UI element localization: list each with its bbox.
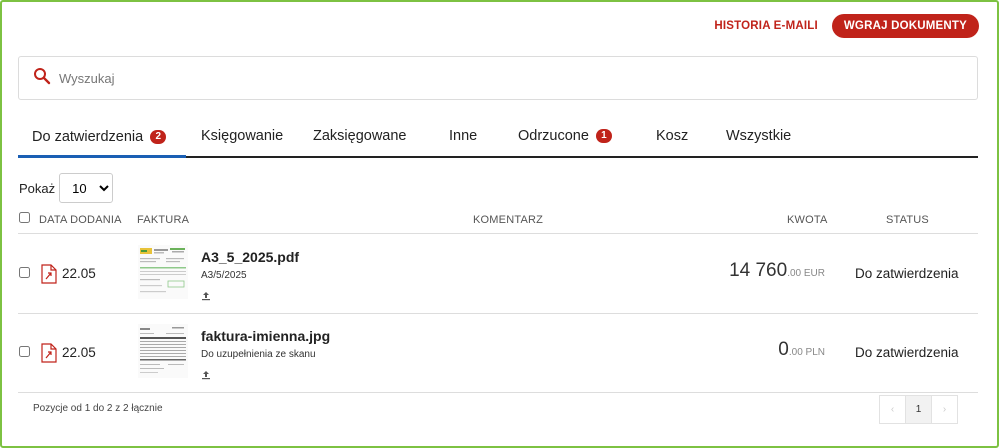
tab-zaksiegowane[interactable]: Zaksięgowane <box>313 116 449 156</box>
search-input[interactable] <box>59 70 939 86</box>
upload-icon[interactable] <box>201 367 211 385</box>
page-size-control: Pokaż 10 <box>19 173 114 203</box>
row-checkbox[interactable] <box>19 346 30 357</box>
col-comment: KOMENTARZ <box>473 214 544 226</box>
col-date: DATA DODANIA <box>39 214 122 226</box>
amount: 0.00 PLN <box>778 339 825 361</box>
top-actions: HISTORIA E-MAILI WGRAJ DOKUMENTY <box>714 14 979 38</box>
col-invoice: FAKTURA <box>137 214 190 226</box>
select-all-checkbox[interactable] <box>19 212 30 226</box>
invoice-thumbnail[interactable] <box>138 324 188 378</box>
tab-label: Wszystkie <box>726 128 792 144</box>
page-button-1[interactable]: 1 <box>905 395 932 424</box>
pdf-icon[interactable] <box>41 343 57 368</box>
status-text: Do zatwierdzenia <box>855 345 959 360</box>
file-comment: Do uzupełnienia ze skanu <box>201 349 316 360</box>
upload-documents-button[interactable]: WGRAJ DOKUMENTY <box>831 14 979 38</box>
pdf-icon[interactable] <box>41 264 57 289</box>
amount: 14 760.00 EUR <box>729 260 825 282</box>
count-badge: 1 <box>595 129 612 143</box>
tab-inne[interactable]: Inne <box>449 116 518 156</box>
tab-odrzucone[interactable]: Odrzucone 1 <box>518 116 656 156</box>
table-header: DATA DODANIA FAKTURA KOMENTARZ KWOTA STA… <box>18 212 978 234</box>
row-date: 22.05 <box>62 266 96 281</box>
tab-label: Do zatwierdzenia <box>32 129 144 145</box>
page-size-label: Pokaż <box>19 180 56 196</box>
tab-ksiegowanie[interactable]: Księgowanie <box>201 116 313 156</box>
prev-page-button[interactable]: ‹ <box>879 395 906 424</box>
amount-currency: .00 PLN <box>788 347 825 358</box>
tab-label: Kosz <box>656 128 689 144</box>
invoice-number: A3/5/2025 <box>201 270 247 281</box>
email-history-link[interactable]: HISTORIA E-MAILI <box>714 20 818 32</box>
page-size-select[interactable]: 10 <box>59 173 114 203</box>
tab-wszystkie[interactable]: Wszystkie <box>726 116 791 156</box>
tab-bar: Do zatwierdzenia 2 Księgowanie Zaksięgowa… <box>18 116 978 158</box>
next-page-button[interactable]: › <box>931 395 958 424</box>
tab-label: Odrzucone <box>518 128 589 144</box>
col-amount: KWOTA <box>787 214 828 226</box>
col-status: STATUS <box>886 214 929 226</box>
amount-main: 0 <box>778 339 789 360</box>
search-bar[interactable] <box>18 56 978 100</box>
table-row[interactable]: 22.05 faktura-imienna.jpg Do uzupełnieni… <box>18 314 978 393</box>
file-name[interactable]: faktura-imienna.jpg <box>201 328 330 344</box>
upload-icon[interactable] <box>201 288 211 306</box>
tab-label: Zaksięgowane <box>313 128 407 144</box>
pagination-summary: Pozycje od 1 do 2 z 2 łącznie <box>33 403 163 414</box>
amount-currency: .00 EUR <box>787 268 825 279</box>
row-date: 22.05 <box>62 345 96 360</box>
table-row[interactable]: 22.05 A3_5_2025.pdf A3/5/2025 14 760.00 … <box>18 235 978 314</box>
select-all-input[interactable] <box>19 212 30 223</box>
tab-kosz[interactable]: Kosz <box>656 116 726 156</box>
pagination: ‹ 1 › <box>879 395 958 424</box>
search-icon <box>33 67 51 90</box>
invoice-thumbnail[interactable] <box>138 245 188 299</box>
file-name[interactable]: A3_5_2025.pdf <box>201 249 299 265</box>
tab-label: Inne <box>449 128 478 144</box>
tab-label: Księgowanie <box>201 128 284 144</box>
tab-do-zatwierdzenia[interactable]: Do zatwierdzenia 2 <box>18 116 186 158</box>
amount-main: 14 760 <box>729 260 788 281</box>
row-checkbox[interactable] <box>19 267 30 278</box>
status-text: Do zatwierdzenia <box>855 266 959 281</box>
count-badge: 2 <box>150 130 167 144</box>
